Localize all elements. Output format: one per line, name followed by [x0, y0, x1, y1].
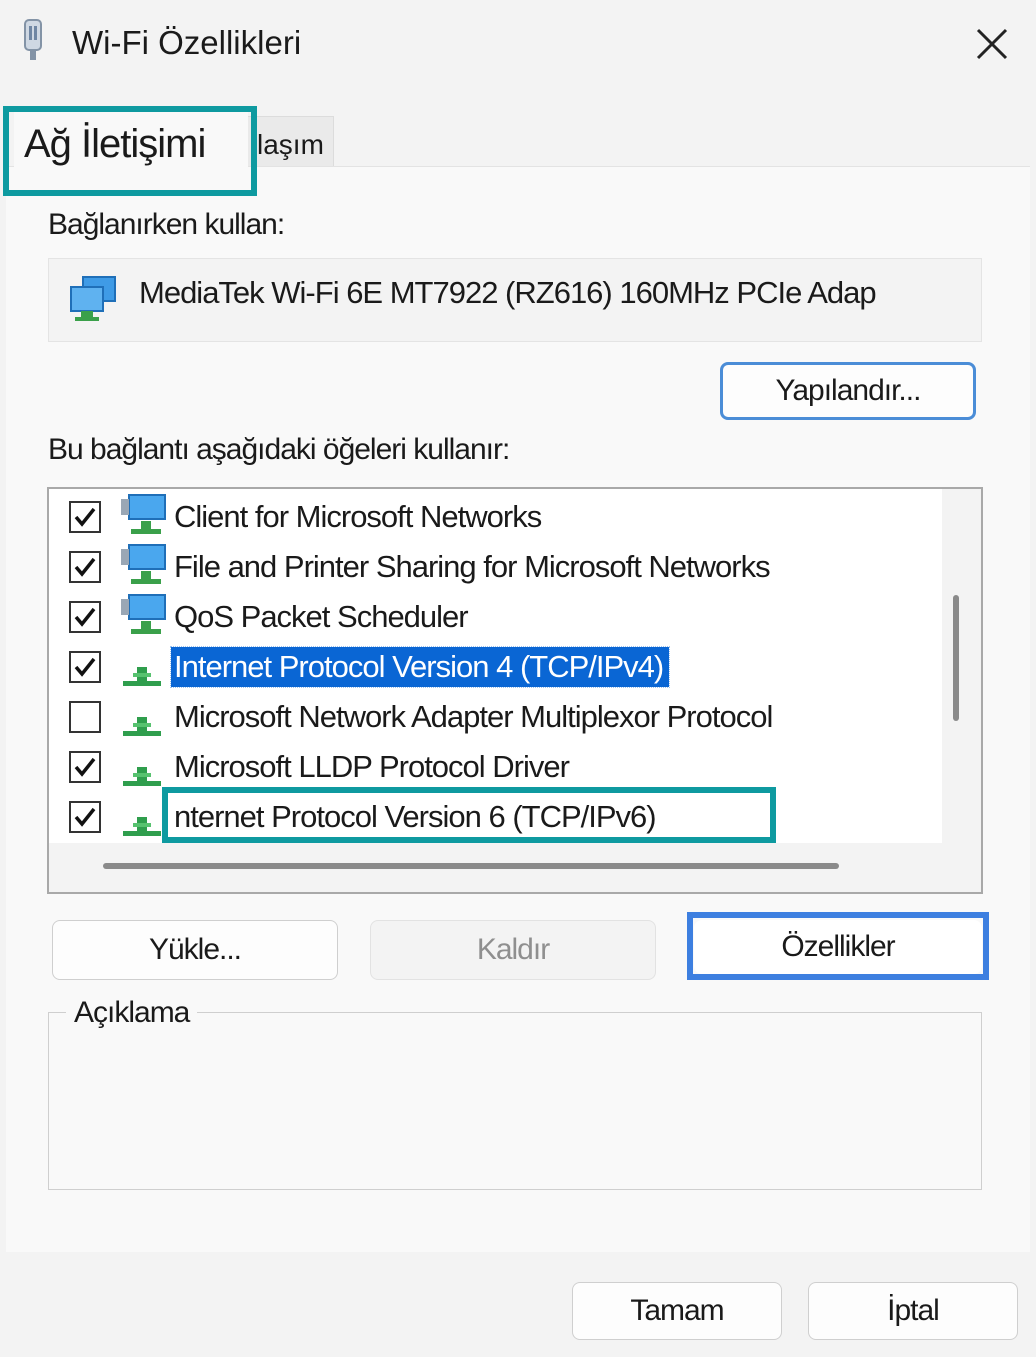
checkmark-icon — [74, 557, 96, 577]
item-label: QoS Packet Scheduler — [174, 599, 469, 634]
checkmark-icon — [74, 607, 96, 627]
items-label: Bu bağlantı aşağıdaki öğeleri kullanır: — [48, 433, 510, 466]
checkmark-icon — [74, 807, 96, 827]
configure-button[interactable]: Yapılandır... — [720, 362, 976, 420]
network-adapter-icon — [70, 276, 116, 321]
item-checkbox[interactable] — [69, 551, 101, 583]
install-button[interactable]: Yükle... — [52, 920, 338, 980]
protocol-icon — [119, 743, 169, 789]
item-label: File and Printer Sharing for Microsoft N… — [174, 549, 771, 584]
adapter-name: MediaTek Wi-Fi 6E MT7922 (RZ616) 160MHz … — [139, 275, 877, 310]
checkmark-icon — [74, 507, 96, 527]
description-box — [48, 1012, 982, 1190]
protocol-icon — [119, 693, 169, 739]
item-checkbox[interactable] — [69, 801, 101, 833]
properties-highlight-frame — [687, 912, 989, 980]
item-label: Microsoft Network Adapter Multiplexor Pr… — [174, 699, 773, 734]
list-item[interactable]: Microsoft LLDP Protocol Driver — [49, 741, 942, 791]
network-client-icon — [119, 493, 169, 539]
item-checkbox[interactable] — [69, 701, 101, 733]
wifi-adapter-icon — [24, 19, 42, 60]
list-item[interactable]: QoS Packet Scheduler — [49, 591, 942, 641]
tab-sharing[interactable]: laşım — [246, 116, 334, 168]
checkmark-icon — [74, 757, 96, 777]
horizontal-scrollbar-thumb[interactable] — [103, 863, 839, 869]
list-item[interactable]: Microsoft Network Adapter Multiplexor Pr… — [49, 691, 942, 741]
item-label: Internet Protocol Version 4 (TCP/IPv4) — [169, 646, 671, 688]
list-item[interactable]: File and Printer Sharing for Microsoft N… — [49, 541, 942, 591]
close-icon — [976, 28, 1008, 60]
item-checkbox[interactable] — [69, 501, 101, 533]
description-label: Açıklama — [66, 996, 198, 1030]
close-button[interactable] — [964, 20, 1020, 68]
item-checkbox[interactable] — [69, 651, 101, 683]
list-item[interactable]: Internet Protocol Version 4 (TCP/IPv4) — [49, 641, 942, 691]
list-item[interactable]: Client for Microsoft Networks — [49, 491, 942, 541]
adapter-field: MediaTek Wi-Fi 6E MT7922 (RZ616) 160MHz … — [48, 258, 982, 342]
window-title: Wi-Fi Özellikleri — [72, 24, 302, 61]
item-checkbox[interactable] — [69, 751, 101, 783]
item-checkbox[interactable] — [69, 601, 101, 633]
tab-highlight-frame — [3, 106, 257, 196]
title-bar: Wi-Fi Özellikleri — [0, 0, 1036, 90]
vertical-scrollbar-thumb[interactable] — [953, 595, 959, 721]
ipv6-highlight-frame — [162, 787, 776, 843]
item-label: Client for Microsoft Networks — [174, 499, 542, 534]
network-service-icon — [119, 593, 169, 639]
item-label: Microsoft LLDP Protocol Driver — [174, 749, 570, 784]
cancel-button[interactable]: İptal — [808, 1282, 1018, 1340]
checkmark-icon — [74, 657, 96, 677]
network-service-icon — [119, 543, 169, 589]
ok-button[interactable]: Tamam — [572, 1282, 782, 1340]
connect-using-label: Bağlanırken kullan: — [48, 208, 285, 241]
uninstall-button[interactable]: Kaldır — [370, 920, 656, 980]
protocol-icon — [119, 643, 169, 689]
